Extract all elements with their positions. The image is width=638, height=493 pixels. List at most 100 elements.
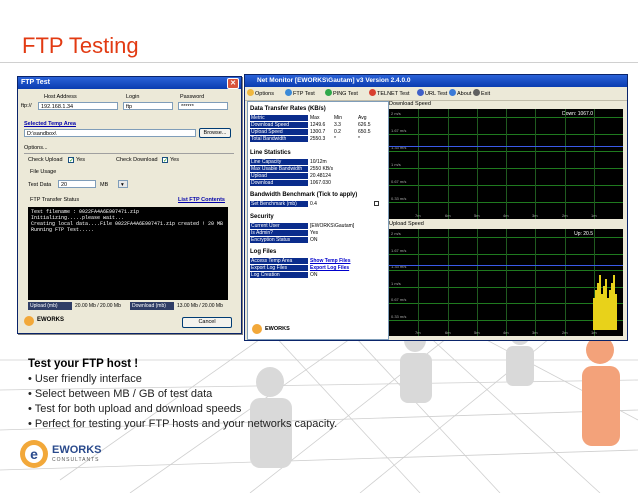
about-toolbar-button[interactable]: About [449, 89, 471, 99]
security-value: [EWORKS\Gautam] [310, 223, 355, 229]
table-row: Log Creation ON [250, 272, 378, 278]
login-input[interactable]: ftp [123, 102, 173, 110]
stats-panel: Data Transfer Rates (KB/s) Metric Max Mi… [247, 101, 389, 340]
test-data-input[interactable]: 20 [58, 180, 96, 188]
graph-gridline [506, 109, 507, 219]
upload-graph-label: Upload Speed [389, 221, 424, 227]
url-test-toolbar-button[interactable]: URL Test [417, 89, 447, 99]
security-value: ON [310, 237, 318, 243]
net-monitor-logo: EWORKS [252, 324, 312, 336]
rates-header: Data Transfer Rates (KB/s) [250, 106, 326, 112]
ftp-icon [285, 89, 292, 96]
ftp-window-titlebar[interactable]: FTP Test ✕ [18, 77, 241, 89]
graph-gridline [418, 229, 419, 336]
y-tick-label: 1.67 m/s [391, 248, 407, 253]
x-tick-label: 6m [445, 213, 451, 218]
x-tick-label: 5m [474, 213, 480, 218]
nm-logo-text: EWORKS [265, 326, 290, 332]
list-contents-link[interactable]: List FTP Contents [178, 197, 225, 203]
transfer-console: Test filename : 0022FA4A6E907471.zip Ini… [28, 207, 228, 300]
feature-subhead: Test your FTP host ! [28, 358, 139, 370]
protocol-label: ftp:// [21, 103, 32, 109]
check-download-yes: Yes [170, 157, 179, 163]
rate-min: * [334, 136, 336, 142]
rates-col-metric: Metric [250, 115, 308, 121]
browse-button[interactable]: Browse... [199, 128, 231, 138]
password-input[interactable]: ****** [178, 102, 228, 110]
ftp-logo-text: EWORKS [37, 317, 64, 323]
y-tick-label: 0.33 m/s [391, 314, 407, 319]
security-value: Yes [310, 230, 319, 236]
upload-status-label: Upload (mb) [28, 302, 72, 310]
upload-status-value: 20.00 Mb / 20.00 Mb [75, 303, 121, 309]
feature-bullet: • Select between MB / GB of test data [28, 388, 213, 400]
check-upload-checkbox[interactable]: ✓ [68, 157, 74, 164]
bench-value[interactable]: 0.4 [310, 201, 317, 207]
exit-toolbar-button[interactable]: Exit [473, 89, 490, 99]
cancel-button[interactable]: Cancel [182, 317, 232, 328]
line-stats-header: Line Statistics [250, 150, 291, 156]
transfer-statusbar: Upload (mb) 20.00 Mb / 20.00 Mb Download… [28, 302, 228, 311]
ping-icon [325, 89, 332, 96]
table-row: Encryption Status ON [250, 237, 378, 243]
temp-area-label: Selected Temp Area [24, 121, 76, 127]
password-label: Password [180, 94, 205, 100]
table-row: Download 1067.030 [250, 180, 378, 186]
feature-bullet: • Test for both upload and download spee… [28, 403, 242, 415]
unit-dropdown[interactable]: ▾ [118, 180, 128, 188]
eworks-logo-icon [24, 316, 34, 326]
upload-speed-bar [615, 294, 617, 330]
logo-sub: CONSULTANTS [52, 457, 100, 463]
check-download-checkbox[interactable]: ✓ [162, 157, 168, 164]
show-temp-files-link[interactable]: Show Temp Files [310, 258, 350, 264]
stat-value: 10/12m [310, 159, 327, 165]
ftp-test-toolbar-button[interactable]: FTP Test [285, 89, 315, 99]
x-tick-label: 2m [562, 213, 568, 218]
options-toolbar-button[interactable]: Options [247, 89, 274, 99]
table-row: Export Log Files Export Log Files [250, 265, 378, 271]
x-tick-label: 6m [445, 330, 451, 335]
info-icon [449, 89, 456, 96]
log-key: Access Temp Area [250, 258, 308, 264]
telnet-icon [369, 89, 376, 96]
close-icon[interactable]: ✕ [227, 78, 239, 89]
table-row: Access Temp Area Show Temp Files [250, 258, 378, 264]
stat-key: Upload [250, 173, 308, 179]
y-tick-label: 1 m/s [391, 162, 401, 167]
login-label: Login [126, 94, 140, 100]
graph-gridline [594, 109, 595, 219]
stat-key: Max Usable Bandwidth [250, 166, 308, 172]
net-monitor-title: Net Monitor [EWORKS\Gautam] v3 Version 2… [257, 77, 411, 84]
log-key: Log Creation [250, 272, 308, 278]
net-monitor-window: Net Monitor [EWORKS\Gautam] v3 Version 2… [244, 74, 628, 341]
eworks-logo-icon: e [20, 440, 48, 468]
y-tick-label: 2 m/s [391, 111, 401, 116]
graph-gridline [448, 109, 449, 219]
x-tick-label: 2m [562, 330, 568, 335]
benchmark-checkbox[interactable] [374, 201, 379, 206]
download-graph-label: Download Speed [389, 101, 431, 107]
temp-area-input[interactable]: D:\sandbox\ [24, 129, 196, 137]
svg-text:e: e [30, 446, 38, 462]
net-monitor-titlebar[interactable]: Net Monitor [EWORKS\Gautam] v3 Version 2… [245, 75, 627, 87]
y-tick-label: 0.67 m/s [391, 179, 407, 184]
security-header: Security [250, 214, 274, 220]
telnet-test-toolbar-button[interactable]: TELNET Test [369, 89, 410, 99]
table-row: Current User [EWORKS\Gautam] [250, 223, 378, 229]
stat-key: Download [250, 180, 308, 186]
y-tick-label: 1 m/s [391, 281, 401, 286]
host-address-input[interactable]: 192.168.1.34 [38, 102, 118, 110]
y-tick-label: 0.33 m/s [391, 196, 407, 201]
rate-min: 3.3 [334, 122, 341, 128]
rate-max: 1300.7 [310, 129, 326, 135]
graphs-panel: Download Speed Down: 1067.0 2 m/s 1.67 m/… [389, 101, 625, 338]
graph-gridline [565, 229, 566, 336]
rate-avg: 626.5 [358, 122, 371, 128]
graph-gridline [418, 109, 419, 219]
export-log-files-link[interactable]: Export Log Files [310, 265, 349, 271]
ping-test-toolbar-button[interactable]: PING Test [325, 89, 358, 99]
ftp-test-window: FTP Test ✕ Host Address Login Password f… [17, 76, 242, 334]
download-speed-graph: Down: 1067.0 2 m/s 1.67 m/s 1.33 m/s 1 m/s 0… [389, 109, 623, 219]
rates-col-max: Max [310, 115, 320, 121]
feature-bullet: • User friendly interface [28, 373, 142, 385]
